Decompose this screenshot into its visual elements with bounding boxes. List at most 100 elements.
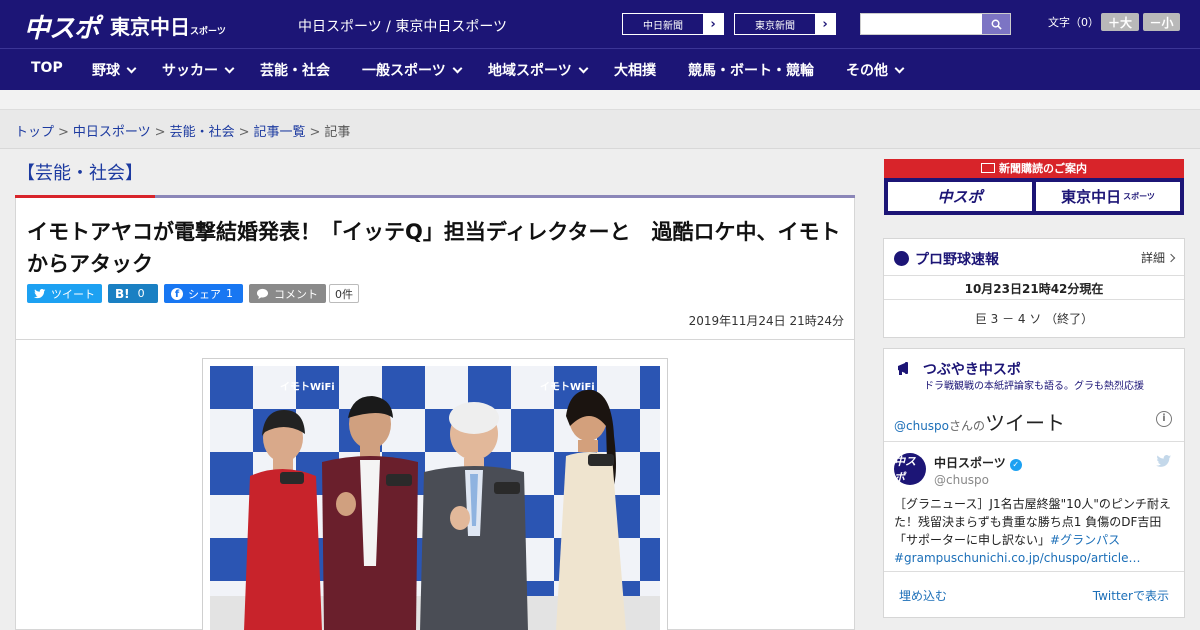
speech-bubble-icon: [256, 288, 269, 299]
chunichi-shimbun-link[interactable]: 中日新聞 ›: [622, 13, 724, 35]
header-spacer: [0, 90, 1200, 110]
nav-label: TOP: [31, 60, 63, 76]
hatena-bookmark-button[interactable]: B! 0: [108, 284, 158, 303]
breadcrumb-list: トップ > 中日スポーツ > 芸能・社会 > 記事一覧 > 記事: [15, 121, 350, 140]
facebook-share-button[interactable]: f シェア 1: [164, 284, 243, 303]
chevron-right-icon: ›: [703, 14, 723, 34]
tweet-hashtag[interactable]: #グランパス: [1050, 533, 1120, 547]
nav-item-baseball[interactable]: 野球: [92, 60, 137, 80]
tokyo-chunichi-logo[interactable]: 東京中日スポーツ: [110, 11, 226, 40]
pro-baseball-title-text: プロ野球速報: [915, 252, 999, 268]
article-divider: [16, 339, 854, 340]
nav-label: 大相撲: [614, 63, 656, 79]
chuspo-subscribe-logo[interactable]: 中スポ: [888, 182, 1032, 211]
tweet-text: ［グラニュース］J1名古屋終盤"10人"のピンチ耐えた！残留決まらずも貴重な勝ち…: [894, 495, 1176, 567]
tokyo-chunichi-subscribe-logo[interactable]: 東京中日 スポーツ: [1036, 182, 1180, 211]
twitter-widget: つぶやき中スポ ドラ戦観戦の本紙評論家も語る。グラも熱烈応援 @chuspoさん…: [883, 348, 1185, 618]
search-icon: [991, 19, 1002, 30]
widget-divider: [884, 275, 1184, 276]
view-on-twitter-link[interactable]: Twitterで表示: [1093, 587, 1169, 604]
nav-item-top[interactable]: TOP: [31, 60, 63, 76]
subscription-title: 新聞購読のご案内: [884, 159, 1184, 178]
article-card: イモトアヤコが電撃結婚発表！「イッテQ」担当ディレクターと 過酷ロケ中、イモトか…: [15, 198, 855, 630]
chevron-right-icon: ›: [815, 14, 835, 34]
nav-label: その他: [846, 63, 888, 79]
widget-divider: [884, 571, 1184, 572]
nav-item-keiba[interactable]: 競馬・ボート・競輪: [688, 60, 814, 80]
twitter-bird-icon: [34, 288, 46, 298]
breadcrumb-separator: >: [238, 125, 250, 140]
embed-link[interactable]: 埋め込む: [899, 587, 947, 604]
article-headline: イモトアヤコが電撃結婚発表！「イッテQ」担当ディレクターと 過酷ロケ中、イモトか…: [27, 220, 841, 276]
chevron-down-icon: [224, 63, 235, 74]
breadcrumb-top[interactable]: トップ: [15, 125, 54, 140]
baseball-detail-link[interactable]: 詳細: [1141, 249, 1176, 266]
site-title[interactable]: 中日スポーツ / 東京中日スポーツ: [298, 16, 507, 36]
main-nav: TOP 野球 サッカー 芸能・社会 一般スポーツ 地域スポーツ 大相撲 競馬・ボ…: [0, 48, 1200, 90]
chevron-down-icon: [894, 63, 905, 74]
breadcrumb-separator: >: [309, 125, 321, 140]
nav-label: 競馬・ボート・競輪: [688, 63, 814, 79]
chuspo-logo[interactable]: 中スポ: [24, 8, 100, 45]
timeline-account-suffix: さんの: [949, 419, 986, 433]
nav-item-others[interactable]: その他: [846, 60, 905, 80]
breadcrumb-current: 記事: [324, 125, 351, 140]
twitter-bird-icon[interactable]: [1156, 455, 1172, 472]
hatena-icon: B!: [115, 286, 130, 301]
breadcrumb-chunichi-sports[interactable]: 中日スポーツ: [73, 125, 151, 140]
tweet-label: ツイート: [51, 287, 95, 301]
tweet-link[interactable]: #grampuschunichi.co.jp/chuspo/article…: [894, 551, 1140, 565]
comment-label: コメント: [274, 287, 318, 301]
tokyo-subscribe-sub: スポーツ: [1123, 192, 1155, 201]
timeline-header: @chuspoさんのツイート: [894, 407, 1065, 436]
baseball-score[interactable]: 巨 3 － 4 ソ （終了）: [884, 310, 1184, 327]
search-box: [860, 13, 1011, 35]
tweet-user-name[interactable]: 中日スポーツ ✓: [934, 454, 1022, 471]
nav-label: 地域スポーツ: [488, 63, 572, 79]
chevron-down-icon: [452, 63, 463, 74]
baseball-update-time: 10月23日21時42分現在: [964, 282, 1104, 296]
breadcrumb-separator: >: [154, 125, 166, 140]
article-photo[interactable]: イモトWiFi イモトWiFi: [210, 366, 660, 630]
tweet-user-name-text: 中日スポーツ: [934, 456, 1006, 470]
search-button[interactable]: [982, 14, 1010, 34]
baseball-icon: [894, 251, 909, 266]
twitter-widget-subtitle: ドラ戦観戦の本紙評論家も語る。グラも熱烈応援: [924, 381, 1144, 392]
article-photo-frame: イモトWiFi イモトWiFi: [202, 358, 668, 630]
chunichi-shimbun-label: 中日新聞: [643, 20, 683, 32]
nav-item-local-sports[interactable]: 地域スポーツ: [488, 60, 589, 80]
tokyo-shimbun-link[interactable]: 東京新聞 ›: [734, 13, 836, 35]
timeline-account[interactable]: @chuspo: [894, 419, 949, 433]
facebook-share-count: 1: [226, 287, 233, 300]
font-decrease-button[interactable]: －小: [1143, 13, 1180, 31]
backdrop-logo-text: イモトWiFi: [280, 381, 335, 393]
nav-item-entertainment[interactable]: 芸能・社会: [260, 60, 330, 80]
search-input[interactable]: [863, 15, 981, 33]
breadcrumb: トップ > 中日スポーツ > 芸能・社会 > 記事一覧 > 記事: [0, 110, 1200, 149]
breadcrumb-article-list[interactable]: 記事一覧: [254, 125, 306, 140]
font-increase-button[interactable]: ＋大: [1101, 13, 1139, 31]
megaphone-icon: [898, 362, 908, 375]
breadcrumb-entertainment[interactable]: 芸能・社会: [170, 125, 235, 140]
twitter-widget-title: つぶやき中スポ: [896, 358, 1021, 379]
pro-baseball-widget: プロ野球速報 詳細 10月23日21時42分現在 巨 3 － 4 ソ （終了）: [883, 238, 1185, 338]
font-size-label: 文字（0）: [1048, 16, 1099, 29]
twitter-widget-title-text: つぶやき中スポ: [922, 362, 1021, 378]
tweet-user-handle[interactable]: @chuspo: [934, 473, 989, 487]
tweet-body: ［グラニュース］J1名古屋終盤"10人"のピンチ耐えた！残留決まらずも貴重な勝ち…: [894, 497, 1171, 547]
tweet-button[interactable]: ツイート: [27, 284, 102, 303]
info-icon[interactable]: i: [1156, 411, 1172, 427]
subscription-title-text: 新聞購読のご案内: [999, 162, 1087, 175]
avatar[interactable]: 中スポ: [894, 453, 926, 485]
newspaper-icon: [981, 163, 995, 173]
nav-item-sumo[interactable]: 大相撲: [614, 60, 656, 80]
nav-label: 野球: [92, 63, 120, 79]
nav-item-soccer[interactable]: サッカー: [162, 60, 235, 80]
nav-label: 芸能・社会: [260, 63, 330, 79]
newspaper-subscription-banner[interactable]: 新聞購読のご案内 中スポ 東京中日 スポーツ: [884, 159, 1184, 215]
facebook-share-label: シェア: [188, 287, 221, 301]
share-buttons: ツイート B! 0 f シェア 1 コメント 0件: [27, 284, 359, 304]
nav-item-general-sports[interactable]: 一般スポーツ: [362, 60, 463, 80]
chevron-down-icon: [126, 63, 137, 74]
comment-button[interactable]: コメント: [249, 284, 326, 303]
